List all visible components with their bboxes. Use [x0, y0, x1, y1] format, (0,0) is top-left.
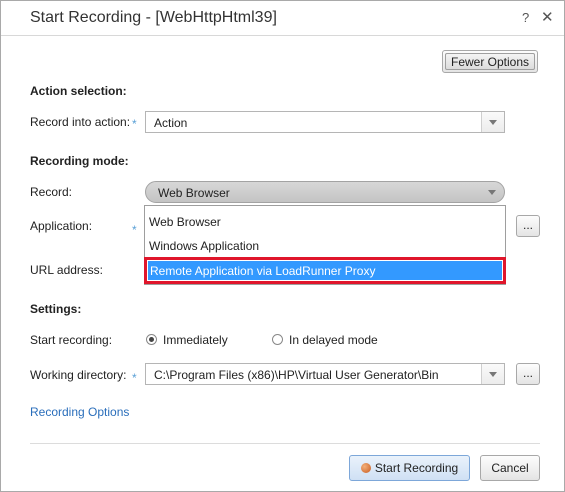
- url-address-label: URL address:: [30, 263, 103, 277]
- chevron-down-icon[interactable]: [488, 190, 496, 195]
- action-selection-heading: Action selection:: [30, 84, 127, 98]
- close-icon[interactable]: ✕: [541, 8, 554, 26]
- record-icon: [360, 463, 371, 473]
- start-recording-dialog: Start Recording - [WebHttpHtml39] ? ✕ Fe…: [0, 0, 565, 492]
- record-mode-combo[interactable]: Web Browser: [145, 181, 505, 203]
- recording-mode-heading: Recording mode:: [30, 154, 129, 168]
- delayed-mode-label[interactable]: In delayed mode: [289, 333, 378, 347]
- required-marker: *: [132, 371, 137, 385]
- footer-divider: [30, 443, 540, 444]
- start-recording-button[interactable]: Start Recording: [349, 455, 470, 481]
- record-into-action-combo[interactable]: Action: [145, 111, 505, 133]
- chevron-down-icon[interactable]: [481, 112, 504, 132]
- immediately-radio[interactable]: [146, 334, 157, 345]
- record-mode-value: Web Browser: [158, 186, 230, 200]
- recording-options-link[interactable]: Recording Options: [30, 405, 129, 419]
- window-title: Start Recording - [WebHttpHtml39]: [30, 9, 277, 26]
- dropdown-option-remote-application[interactable]: Remote Application via LoadRunner Proxy: [144, 257, 506, 284]
- settings-heading: Settings:: [30, 302, 82, 316]
- fewer-options-button[interactable]: Fewer Options: [442, 50, 538, 73]
- required-marker: *: [132, 223, 137, 237]
- required-marker: *: [132, 117, 137, 131]
- dropdown-option-web-browser[interactable]: Web Browser: [149, 215, 221, 229]
- record-into-action-label: Record into action:: [30, 115, 131, 129]
- working-directory-browse-button[interactable]: ...: [516, 363, 540, 385]
- record-label: Record:: [30, 185, 73, 199]
- application-browse-button[interactable]: ...: [516, 215, 540, 237]
- working-directory-label: Working directory:: [30, 368, 127, 382]
- record-into-action-value: Action: [154, 116, 188, 130]
- working-directory-combo[interactable]: C:\Program Files (x86)\HP\Virtual User G…: [145, 363, 505, 385]
- cancel-button[interactable]: Cancel: [480, 455, 540, 481]
- start-recording-label: Start Recording: [374, 461, 459, 475]
- title-bar: Start Recording - [WebHttpHtml39] ? ✕: [1, 1, 564, 36]
- working-directory-value: C:\Program Files (x86)\HP\Virtual User G…: [154, 368, 439, 382]
- immediately-label[interactable]: Immediately: [163, 333, 228, 347]
- dropdown-option-windows-application[interactable]: Windows Application: [149, 239, 259, 253]
- start-recording-label: Start recording:: [30, 333, 113, 347]
- delayed-mode-radio[interactable]: [272, 334, 283, 345]
- fewer-options-label: Fewer Options: [445, 53, 535, 70]
- chevron-down-icon[interactable]: [481, 364, 504, 384]
- application-label: Application:: [30, 219, 93, 233]
- help-icon[interactable]: ?: [522, 10, 529, 25]
- dropdown-option-remote-application-label: Remote Application via LoadRunner Proxy: [150, 264, 376, 278]
